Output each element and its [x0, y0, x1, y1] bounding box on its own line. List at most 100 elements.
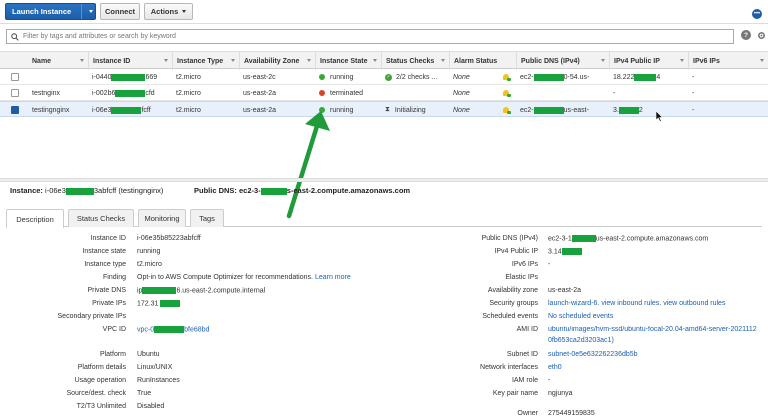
- tab-monitoring[interactable]: Monitoring: [138, 209, 186, 227]
- sort-icon: [760, 59, 764, 62]
- launch-instance-button[interactable]: Launch Instance: [5, 3, 96, 20]
- col-instance-state[interactable]: Instance State: [315, 52, 381, 70]
- sort-icon: [231, 59, 235, 62]
- filter-actions: ?: [741, 30, 768, 41]
- cell-alarm-icon[interactable]: [499, 85, 516, 101]
- field-label: Elastic IPs: [505, 274, 538, 281]
- col-ipv4[interactable]: IPv4 Public IP: [609, 52, 688, 70]
- field-label: Instance state: [82, 248, 126, 255]
- field-label: Security groups: [489, 300, 538, 307]
- col-availability-zone[interactable]: Availability Zone: [239, 52, 315, 70]
- col-name[interactable]: Name: [28, 52, 88, 70]
- cell-checks: [381, 85, 449, 101]
- redaction-box: [571, 235, 596, 242]
- chat-icon[interactable]: •••: [752, 9, 762, 19]
- outbound-rules-link[interactable]: view outbound rules: [663, 300, 725, 307]
- field-value: ngjunya: [548, 390, 573, 397]
- vpc-link-suffix[interactable]: bfe68bd: [184, 326, 209, 333]
- table-row[interactable]: i-0440 669 t2.micro us-east-2c running ✓ 2…: [0, 69, 768, 85]
- cell-zone: us-east-2c: [243, 73, 276, 81]
- cell-ipv4: -: [609, 85, 688, 101]
- cell-alarm-icon[interactable]: [499, 102, 516, 118]
- table-header: Name Instance ID Instance Type Availabil…: [0, 51, 768, 70]
- top-toolbar: Launch Instance Connect Actions •••: [0, 0, 768, 24]
- settings-icon[interactable]: [756, 30, 766, 41]
- tab-description[interactable]: Description: [6, 209, 64, 228]
- cell-instance-id: i-06e3 fcff: [88, 102, 172, 118]
- instance-value-suffix: 3abfcff (testingnginx): [93, 186, 164, 195]
- search-icon: [11, 32, 19, 41]
- cell-ipv6: -: [692, 73, 695, 81]
- col-public-dns[interactable]: Public DNS (IPv4): [516, 52, 609, 70]
- scheduled-events-link[interactable]: No scheduled events: [548, 313, 613, 320]
- table-row[interactable]: testnginx i-002b6 cfd t2.micro us-east-2a…: [0, 85, 768, 101]
- alarm-text: None: [453, 89, 470, 97]
- connect-button[interactable]: Connect: [100, 3, 140, 20]
- tab-status-checks[interactable]: Status Checks: [68, 209, 134, 227]
- launch-dropdown-caret[interactable]: [81, 4, 95, 19]
- check-circle-icon: ✓: [385, 73, 392, 81]
- vpc-link-prefix[interactable]: vpc-0: [137, 326, 154, 333]
- network-interface-link[interactable]: eth0: [548, 364, 562, 371]
- public-dns-header: Public DNS: ec2-3- s-east-2.compute.amazo…: [194, 186, 410, 195]
- cell-ipv6: -: [692, 89, 695, 97]
- instance-id-prefix: i-06e3: [92, 106, 112, 114]
- field-label: IPv6 IPs: [511, 261, 538, 268]
- tab-status-checks-label: Status Checks: [76, 214, 126, 223]
- col-status-checks[interactable]: Status Checks: [381, 52, 449, 70]
- col-ipv4-label: IPv4 Public IP: [614, 57, 660, 65]
- help-icon[interactable]: ?: [741, 30, 751, 40]
- col-ipv6[interactable]: IPv6 IPs: [688, 52, 768, 70]
- redaction-box: [111, 106, 142, 114]
- sort-icon: [80, 59, 84, 62]
- tab-tags[interactable]: Tags: [190, 209, 224, 227]
- col-instance-id[interactable]: Instance ID: [88, 52, 172, 70]
- col-dns-label: Public DNS (IPv4): [521, 57, 580, 65]
- instance-id-suffix: fcff: [141, 106, 151, 114]
- field-value: Ubuntu: [137, 351, 160, 358]
- field-label: Platform: [99, 351, 126, 358]
- private-ip-prefix: 172.31: [137, 300, 159, 308]
- cell-zone: us-east-2a: [243, 106, 277, 114]
- col-checks-label: Status Checks: [386, 57, 435, 65]
- learn-more-link[interactable]: Learn more: [315, 274, 351, 281]
- col-instance-type-label: Instance Type: [177, 57, 224, 65]
- cell-zone: us-east-2a: [243, 89, 277, 97]
- subnet-link[interactable]: subnet-0e5e632262236db5b: [548, 351, 638, 358]
- col-alarm-status[interactable]: Alarm Status: [449, 52, 516, 70]
- ami-id-link[interactable]: ubuntu/images/hvm-ssd/ubuntu-focal-20.04…: [548, 326, 757, 333]
- field-label: Private IPs: [92, 300, 126, 307]
- field-label: Platform details: [77, 364, 126, 371]
- field-label: Instance type: [84, 261, 126, 268]
- table-row-selected[interactable]: testingnginx i-06e3 fcff t2.micro us-east…: [0, 101, 768, 117]
- dns-prefix: ec2-: [520, 73, 534, 81]
- field-label: Private DNS: [87, 287, 126, 294]
- chevron-down-icon: [88, 10, 93, 13]
- cell-alarm: None: [449, 85, 499, 101]
- field-label: Source/dest. check: [66, 390, 126, 397]
- cell-type: t2.micro: [176, 106, 201, 114]
- field-label: Key pair name: [492, 390, 538, 397]
- inbound-rules-link[interactable]: view inbound rules: [601, 300, 659, 307]
- field-label: T2/T3 Unlimited: [76, 403, 126, 410]
- security-group-link[interactable]: launch-wizard-6.: [548, 300, 599, 307]
- filter-bar[interactable]: Filter by tags and attributes or search …: [6, 29, 734, 44]
- redaction-box: [111, 73, 146, 81]
- ami-id-link-continued[interactable]: 0fb653ca2d3203ac1): [548, 337, 614, 344]
- field-value: launch-wizard-6. view inbound rules. vie…: [548, 300, 726, 307]
- actions-button[interactable]: Actions: [144, 3, 193, 20]
- pane-splitter[interactable]: [0, 178, 768, 182]
- field-value: -: [548, 261, 551, 268]
- row-checkbox[interactable]: [11, 89, 19, 97]
- instance-id-suffix: 669: [145, 73, 158, 81]
- col-instance-type[interactable]: Instance Type: [172, 52, 239, 70]
- cell-alarm-icon[interactable]: [499, 69, 516, 85]
- field-value: i-06e35b85223abfcff: [137, 235, 201, 242]
- row-checkbox[interactable]: [11, 106, 19, 114]
- filter-placeholder: Filter by tags and attributes or search …: [23, 33, 176, 40]
- field-value: True: [137, 390, 152, 397]
- chevron-down-icon: [182, 10, 187, 13]
- row-checkbox[interactable]: [11, 73, 19, 81]
- private-dns-suffix: 6.us-east-2.compute.internal: [176, 287, 266, 295]
- field-value: -: [548, 377, 551, 384]
